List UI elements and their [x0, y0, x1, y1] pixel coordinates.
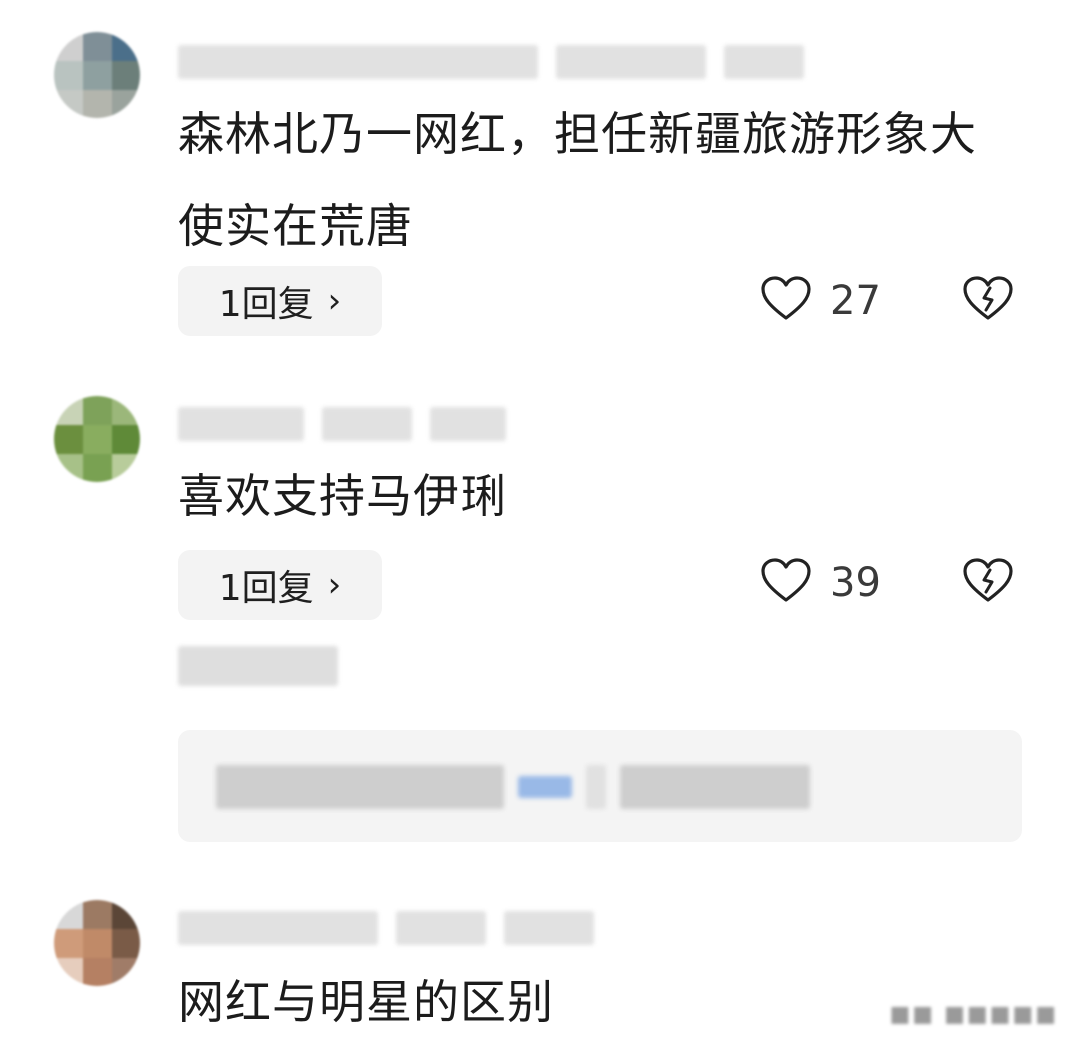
avatar-pixel — [54, 396, 83, 425]
avatar-pixel — [54, 900, 83, 929]
chevron-right-icon: › — [327, 565, 342, 605]
avatar[interactable] — [54, 396, 140, 482]
comment-text: 喜欢支持马伊琍 — [178, 469, 507, 523]
avatar-pixel — [83, 90, 112, 118]
avatar-pixel — [112, 900, 140, 929]
avatar-pixel — [54, 929, 83, 958]
username-blurred[interactable] — [178, 44, 804, 80]
avatar-pixel — [83, 425, 112, 454]
avatar-pixel — [112, 929, 140, 958]
avatar-pixel — [83, 32, 112, 61]
avatar-pixel — [54, 958, 83, 986]
heart-outline-icon — [760, 558, 812, 608]
avatar-pixel — [83, 61, 112, 90]
comment-thread: 森林北乃一网红，担任新疆旅游形象大使实在荒唐 1回复 › 27 喜欢支持马伊琍 … — [0, 0, 1078, 1049]
username-blurred[interactable] — [178, 406, 506, 442]
avatar-pixel — [112, 958, 140, 986]
broken-heart-icon — [962, 558, 1014, 608]
avatar-pixel — [54, 90, 83, 118]
avatar-pixel — [112, 396, 140, 425]
avatar-pixel — [54, 61, 83, 90]
blurred-author-line — [178, 644, 338, 688]
avatar[interactable] — [54, 32, 140, 118]
avatar-pixel — [54, 454, 83, 482]
comment-text: 森林北乃一网红，担任新疆旅游形象大使实在荒唐 — [178, 107, 977, 253]
avatar-pixel — [112, 454, 140, 482]
watermark-blurred: ■■ ■■■■■ — [889, 1002, 1058, 1027]
dislike-button[interactable] — [960, 548, 1016, 618]
avatar-pixel — [112, 61, 140, 90]
reply-count-button[interactable]: 1回复 › — [178, 266, 382, 336]
sub-reply-preview[interactable] — [178, 730, 1022, 842]
dislike-button[interactable] — [960, 266, 1016, 336]
avatar[interactable] — [54, 900, 140, 986]
avatar-pixel — [112, 425, 140, 454]
comment-text: 网红与明星的区别 — [178, 975, 554, 1029]
avatar-pixel — [83, 958, 112, 986]
reply-count-label: 1回复 — [218, 568, 314, 609]
broken-heart-icon — [962, 276, 1014, 326]
avatar-pixel — [54, 32, 83, 61]
sub-reply-blurred-text — [216, 764, 810, 810]
reply-count-label: 1回复 — [218, 284, 314, 325]
avatar-pixel — [83, 900, 112, 929]
avatar-pixel — [83, 929, 112, 958]
avatar-pixel — [83, 454, 112, 482]
like-count: 39 — [830, 560, 881, 606]
avatar-pixel — [112, 90, 140, 118]
like-button[interactable]: 27 — [760, 266, 881, 336]
avatar-pixel — [83, 396, 112, 425]
avatar-pixel — [54, 425, 83, 454]
reply-count-button[interactable]: 1回复 › — [178, 550, 382, 620]
avatar-pixel — [112, 32, 140, 61]
chevron-right-icon: › — [327, 281, 342, 321]
username-blurred[interactable] — [178, 910, 594, 946]
heart-outline-icon — [760, 276, 812, 326]
like-button[interactable]: 39 — [760, 548, 881, 618]
like-count: 27 — [830, 278, 881, 324]
